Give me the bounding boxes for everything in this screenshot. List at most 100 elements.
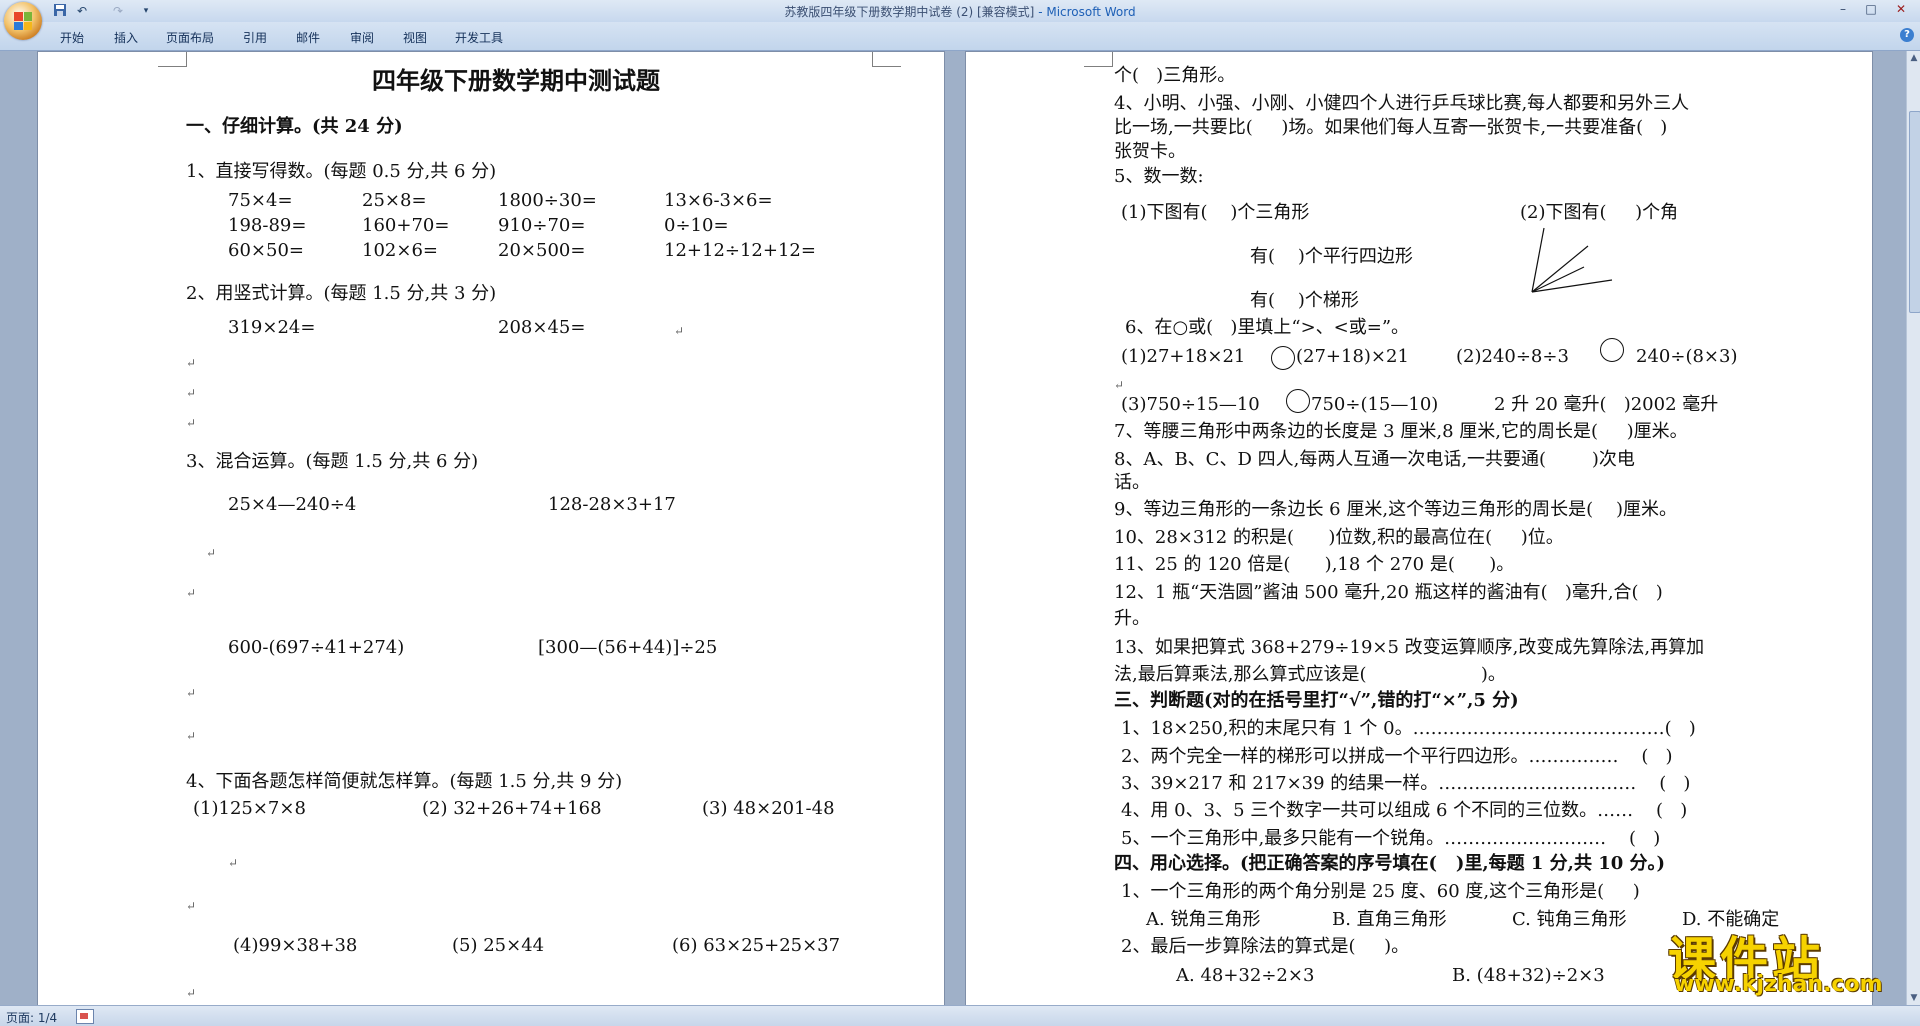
text-line: (1)下图有( )个三角形 xyxy=(1121,202,1310,223)
choice-option: B. (48+32)÷2×3 xyxy=(1452,965,1605,986)
choice-option: A. 48+32÷2×3 xyxy=(1176,965,1315,986)
tab-mailings[interactable]: 邮件 xyxy=(296,29,320,46)
text-line: (2)240÷8÷3 xyxy=(1456,346,1569,367)
text-line: (3)750÷15—10 xyxy=(1121,394,1260,415)
crop-mark xyxy=(1084,52,1113,67)
judge-item: 1、18×250,积的末尾只有 1 个 0。……………………………………( ) xyxy=(1121,718,1696,739)
text-line: 升。 xyxy=(1114,608,1150,629)
paragraph-mark: ↵ xyxy=(186,416,197,430)
paragraph-mark: ↵ xyxy=(186,899,197,913)
close-button[interactable]: ✕ xyxy=(1888,0,1914,18)
text-line: 比一场,一共要比( )场。如果他们每人互寄一张贺卡,一共要准备( ) xyxy=(1114,117,1668,138)
judge-item: 3、39×217 和 217×39 的结果一样。…………………………… ( ) xyxy=(1121,773,1691,794)
calc-item: [300—(56+44)]÷25 xyxy=(538,637,718,658)
tab-view[interactable]: 视图 xyxy=(403,29,427,46)
paragraph-mark: ↵ xyxy=(186,386,197,400)
document-page-1[interactable]: 四年级下册数学期中测试题 一、仔细计算。(共 24 分) 1、直接写得数。(每题… xyxy=(37,51,945,1005)
calc-item: 13×6-3×6= xyxy=(664,190,773,211)
calc-item: 20×500= xyxy=(498,240,586,261)
text-line: 4、小明、小强、小刚、小健四个人进行乒乓球比赛,每人都要和另外三人 xyxy=(1114,93,1690,114)
angle-figure xyxy=(1531,227,1613,293)
tab-insert[interactable]: 插入 xyxy=(114,29,138,46)
paragraph-mark: ↵ xyxy=(1114,378,1125,392)
tab-page-layout[interactable]: 页面布局 xyxy=(166,29,214,46)
maximize-button[interactable]: □ xyxy=(1858,0,1884,18)
calc-item: 25×8= xyxy=(362,190,427,211)
choice-question: 2、最后一步算除法的算式是( )。 xyxy=(1121,936,1410,957)
paragraph-mark: ↵ xyxy=(186,729,197,743)
tab-developer[interactable]: 开发工具 xyxy=(455,29,503,46)
app-name: - Microsoft Word xyxy=(1034,5,1136,19)
text-line: 法,最后算乘法,那么算式应该是( )。 xyxy=(1114,664,1506,685)
minimize-button[interactable]: – xyxy=(1830,0,1856,18)
text-line: (2)下图有( )个角 xyxy=(1520,202,1679,223)
paragraph-mark: ↵ xyxy=(186,586,197,600)
question-10: 10、28×312 的积是( )位数,积的最高位在( )位。 xyxy=(1114,527,1564,548)
judge-item: 5、一个三角形中,最多只能有一个锐角。……………………… ( ) xyxy=(1121,828,1661,849)
paragraph-mark: ↵ xyxy=(674,324,685,338)
question-9: 9、等边三角形的一条边长 6 厘米,这个等边三角形的周长是( )厘米。 xyxy=(1114,499,1677,520)
status-bar: 页面: 1/4 xyxy=(0,1005,1920,1026)
choice-option: C. 钝角三角形 xyxy=(1512,909,1627,930)
calc-item: 208×45= xyxy=(498,317,586,338)
calc-item: (6) 63×25+25×37 xyxy=(672,935,841,956)
choice-option: B. 直角三角形 xyxy=(1332,909,1447,930)
tab-home[interactable]: 开始 xyxy=(60,29,84,46)
section-heading: 三、判断题(对的在括号里打“√”,错的打“×”,5 分) xyxy=(1114,690,1519,711)
paragraph-mark: ↵ xyxy=(186,986,197,1000)
office-logo-icon xyxy=(14,12,32,30)
tab-references[interactable]: 引用 xyxy=(243,29,267,46)
question-12: 12、1 瓶“天浩圆”酱油 500 毫升,20 瓶这样的酱油有( )毫升,合( … xyxy=(1114,582,1663,603)
calc-item: 600-(697÷41+274) xyxy=(228,637,405,658)
calc-item: 319×24= xyxy=(228,317,316,338)
scroll-down-icon[interactable]: ▼ xyxy=(1907,991,1920,1005)
question-3: 3、混合运算。(每题 1.5 分,共 6 分) xyxy=(186,451,479,472)
page-title: 四年级下册数学期中测试题 xyxy=(372,66,660,95)
text-line: 有( )个平行四边形 xyxy=(1250,246,1413,267)
section-heading: 四、用心选择。(把正确答案的序号填在( )里,每题 1 分,共 10 分。) xyxy=(1114,853,1666,874)
compare-circle xyxy=(1271,346,1295,370)
ribbon-tab-bar: 开始 插入 页面布局 引用 邮件 审阅 视图 开发工具 ? xyxy=(0,22,1920,51)
question-11: 11、25 的 120 倍是( ),18 个 270 是( )。 xyxy=(1114,554,1515,575)
calc-item: 128-28×3+17 xyxy=(548,494,676,515)
document-area: 四年级下册数学期中测试题 一、仔细计算。(共 24 分) 1、直接写得数。(每题… xyxy=(0,51,1906,1005)
calc-item: 25×4—240÷4 xyxy=(228,494,357,515)
choice-question: 1、一个三角形的两个角分别是 25 度、60 度,这个三角形是( ) xyxy=(1121,881,1640,902)
text-line: 有( )个梯形 xyxy=(1250,290,1359,311)
vertical-scrollbar[interactable]: ▲ ▼ xyxy=(1906,51,1920,1005)
help-icon[interactable]: ? xyxy=(1900,28,1914,42)
calc-item: 198-89= xyxy=(228,215,307,236)
calc-item: 0÷10= xyxy=(664,215,729,236)
question-4: 4、下面各题怎样简便就怎样算。(每题 1.5 分,共 9 分) xyxy=(186,771,623,792)
calc-item: 160+70= xyxy=(362,215,450,236)
choice-option: A. 锐角三角形 xyxy=(1146,909,1261,930)
scroll-thumb[interactable] xyxy=(1909,111,1920,313)
page-indicator[interactable]: 页面: 1/4 xyxy=(6,1009,57,1026)
question-13: 13、如果把算式 368+279÷19×5 改变运算顺序,改变成先算除法,再算加 xyxy=(1114,637,1705,658)
window-title: 苏教版四年级下册数学期中试卷 (2) [兼容模式] - Microsoft Wo… xyxy=(0,3,1920,20)
calc-item: 60×50= xyxy=(228,240,304,261)
proofing-icon[interactable] xyxy=(76,1009,94,1024)
document-page-2[interactable]: 个( )三角形。 4、小明、小强、小刚、小健四个人进行乒乓球比赛,每人都要和另外… xyxy=(965,51,1873,1005)
tab-review[interactable]: 审阅 xyxy=(350,29,374,46)
calc-item: 102×6= xyxy=(362,240,438,261)
text-line: 240÷(8×3) xyxy=(1636,346,1738,367)
compare-circle xyxy=(1286,389,1310,413)
question-8: 8、A、B、C、D 四人,每两人互通一次电话,一共要通( )次电 xyxy=(1114,449,1635,470)
paragraph-mark: ↵ xyxy=(186,686,197,700)
question-2: 2、用竖式计算。(每题 1.5 分,共 3 分) xyxy=(186,283,497,304)
judge-item: 2、两个完全一样的梯形可以拼成一个平行四边形。…………… ( ) xyxy=(1121,746,1673,767)
text-line: 个( )三角形。 xyxy=(1114,65,1236,86)
calc-item: (1)125×7×8 xyxy=(193,798,306,819)
question-6: 6、在○或( )里填上“>、<或=”。 xyxy=(1125,317,1410,338)
compare-circle xyxy=(1600,338,1624,362)
crop-mark xyxy=(872,52,901,67)
office-button[interactable] xyxy=(4,2,42,40)
calc-item: 1800÷30= xyxy=(498,190,597,211)
crop-mark xyxy=(158,52,187,67)
question-7: 7、等腰三角形中两条边的长度是 3 厘米,8 厘米,它的周长是( )厘米。 xyxy=(1114,421,1688,442)
paragraph-mark: ↵ xyxy=(228,856,239,870)
scroll-up-icon[interactable]: ▲ xyxy=(1907,51,1920,65)
text-line: 2 升 20 毫升( )2002 毫升 xyxy=(1494,394,1719,415)
calc-item: 12+12÷12+12= xyxy=(664,240,816,261)
